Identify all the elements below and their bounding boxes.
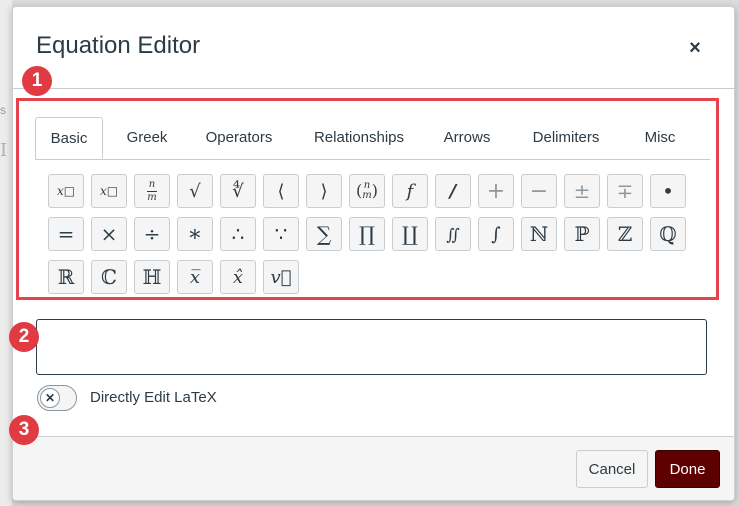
callout-badge-3: 3 [9, 415, 39, 445]
background-text-fragment: s [0, 103, 6, 117]
header-divider [13, 88, 734, 89]
cancel-button[interactable]: Cancel [576, 450, 648, 488]
latex-toggle[interactable]: ✕ [37, 385, 77, 411]
done-button[interactable]: Done [655, 450, 720, 488]
callout-badge-1: 1 [22, 66, 52, 96]
toggle-off-icon: ✕ [40, 388, 60, 408]
background-text-fragment: I [0, 140, 8, 161]
dialog-footer: Cancel Done [13, 436, 734, 500]
callout-badge-2: 2 [9, 322, 39, 352]
equation-input[interactable] [36, 319, 707, 375]
dialog-title: Equation Editor [36, 32, 201, 59]
callout-highlight-box [16, 98, 719, 300]
latex-toggle-label: Directly Edit LaTeX [90, 389, 217, 406]
close-button[interactable]: × [682, 35, 708, 61]
